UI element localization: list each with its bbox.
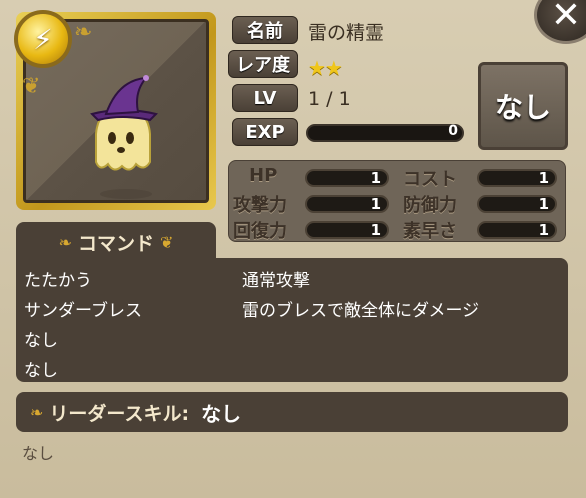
command-tab-label: コマンド	[77, 232, 154, 255]
command-name: サンダーブレス	[24, 301, 142, 321]
leader-skill-label: リーダースキル:	[49, 402, 190, 425]
stat-label-speed: 素早さ	[403, 221, 457, 242]
equip-button[interactable]: なし	[478, 62, 568, 150]
close-icon[interactable]: ✕	[534, 0, 586, 44]
name-label: 名前	[232, 16, 298, 44]
exp-bar: 0	[306, 123, 464, 142]
stats-panel: HP 1 コスト 1 攻撃力 1 防御力 1 回復力 1 素早さ 1	[228, 160, 566, 242]
stat-value-defense: 1	[477, 195, 557, 213]
command-desc: 雷のブレスで敵全体にダメージ	[242, 301, 480, 321]
stat-value-recovery: 1	[305, 221, 389, 239]
level-value: 1 / 1	[308, 88, 351, 110]
rarity-stars: ★★	[308, 56, 343, 80]
ornament-icon: ❦	[22, 74, 41, 99]
command-name: なし	[24, 331, 58, 351]
exp-value: 0	[448, 123, 458, 139]
leader-skill-description: なし	[22, 444, 55, 463]
stat-value-speed: 1	[477, 221, 557, 239]
ornament-icon: ❦	[160, 232, 174, 252]
leader-skill-value: なし	[201, 401, 242, 426]
unit-name: 雷の精霊	[308, 22, 385, 44]
stat-value-attack: 1	[305, 195, 389, 213]
character-portrait: ⚡ ❦ ❧	[14, 10, 216, 210]
stat-label-recovery: 回復力	[233, 221, 287, 242]
command-list: たたかう 通常攻撃 サンダーブレス 雷のブレスで敵全体にダメージ なし なし	[16, 258, 568, 382]
rarity-label: レア度	[228, 50, 298, 78]
command-desc: 通常攻撃	[242, 271, 310, 291]
stat-value-hp: 1	[305, 169, 389, 187]
stat-label-hp: HP	[249, 165, 278, 186]
ornament-icon: ❧	[30, 402, 44, 422]
stat-label-attack: 攻撃力	[233, 195, 287, 216]
ornament-icon: ❧	[58, 232, 72, 252]
level-label: LV	[232, 84, 298, 112]
stat-label-cost: コスト	[403, 169, 457, 190]
lightning-icon: ⚡	[14, 10, 72, 68]
stat-label-defense: 防御力	[403, 195, 457, 216]
exp-label: EXP	[232, 118, 298, 146]
command-name: なし	[24, 361, 58, 381]
command-tab: ❧ コマンド ❦	[16, 222, 216, 262]
command-name: たたかう	[24, 271, 92, 291]
ornament-icon: ❧	[74, 20, 93, 45]
leader-skill-bar: ❧ リーダースキル: なし	[16, 392, 568, 432]
stat-value-cost: 1	[477, 169, 557, 187]
